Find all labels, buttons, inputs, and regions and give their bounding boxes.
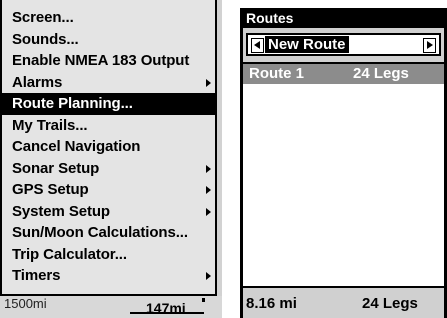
arrow-right-icon[interactable]	[423, 38, 436, 53]
route-list: Route 1 24 Legs	[243, 62, 444, 286]
menu-item-label: Timers	[12, 267, 61, 284]
route-selector-value: New Route	[265, 36, 349, 53]
route-legs: 24 Legs	[353, 65, 409, 82]
menu-item[interactable]: Sounds...	[2, 29, 215, 51]
map-scale-left: 1500mi	[4, 296, 47, 311]
routes-footer: 8.16 mi 24 Legs	[243, 286, 444, 318]
menu-item[interactable]: Sun/Moon Calculations...	[2, 222, 215, 244]
footer-distance: 8.16 mi	[246, 295, 297, 312]
route-row[interactable]: Route 1 24 Legs	[243, 64, 444, 84]
menu-item-label: Cancel Navigation	[12, 138, 141, 155]
menu-item-label: System Setup	[12, 202, 110, 220]
submenu-arrow-icon	[206, 186, 211, 194]
routes-title: Routes	[243, 8, 444, 28]
menu-item[interactable]: System Setup	[2, 201, 215, 223]
submenu-arrow-icon	[206, 78, 211, 87]
submenu-arrow-icon	[206, 207, 211, 216]
menu-item[interactable]: Trip Calculator...	[2, 244, 215, 266]
main-menu: Screen... Sounds... Enable NMEA 183 Output…	[0, 0, 217, 296]
route-selector[interactable]: New Route	[246, 33, 441, 56]
menu-item[interactable]: Route Planning...	[2, 93, 215, 115]
map-scale-bar	[130, 312, 204, 314]
submenu-arrow-icon	[206, 272, 211, 280]
menu-item[interactable]: Alarms	[2, 72, 215, 94]
menu-item[interactable]: Cancel Navigation	[2, 136, 215, 158]
menu-item[interactable]: Screen...	[2, 7, 215, 29]
routes-screen: Routes New Route Route 1 24 Legs 8.16 mi …	[240, 8, 447, 318]
submenu-arrow-icon	[206, 164, 211, 173]
menu-item[interactable]: Sonar Setup	[2, 158, 215, 180]
menu-item[interactable]: Enable NMEA 183 Output	[2, 50, 215, 72]
menu-item-label: Trip Calculator...	[12, 245, 127, 263]
menu-item-label: Enable NMEA 183 Output	[12, 52, 190, 69]
map-strip: 1500mi 147mi	[0, 296, 222, 318]
route-name: Route 1	[249, 65, 305, 82]
footer-legs: 24 Legs	[362, 295, 418, 312]
map-scale-tick	[202, 298, 205, 302]
menu-item[interactable]: My Trails...	[2, 115, 215, 137]
menu-item[interactable]: GPS Setup	[2, 179, 215, 201]
menu-item-label: My Trails...	[12, 116, 88, 134]
menu-item-label: Sounds...	[12, 30, 79, 48]
menu-item-label: Sonar Setup	[12, 159, 100, 177]
arrow-left-icon[interactable]	[251, 38, 264, 53]
menu-item-label: Sun/Moon Calculations...	[12, 224, 188, 241]
menu-item-label: Route Planning...	[12, 95, 133, 112]
menu-screen: Screen... Sounds... Enable NMEA 183 Output…	[0, 0, 222, 318]
menu-item[interactable]: Timers	[2, 265, 215, 287]
menu-item-label: Screen...	[12, 9, 74, 26]
menu-item-label: GPS Setup	[12, 181, 89, 198]
menu-item-label: Alarms	[12, 73, 63, 91]
